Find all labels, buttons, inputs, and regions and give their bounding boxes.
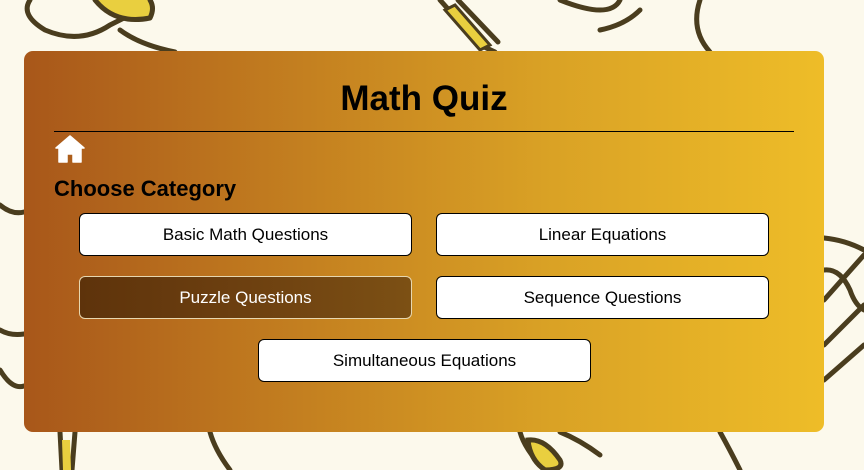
puzzle-questions-button[interactable]: Puzzle Questions	[79, 276, 412, 319]
title-divider	[54, 131, 794, 132]
basic-math-questions-button[interactable]: Basic Math Questions	[79, 213, 412, 256]
simultaneous-equations-button[interactable]: Simultaneous Equations	[258, 339, 591, 382]
linear-equations-button[interactable]: Linear Equations	[436, 213, 769, 256]
home-icon[interactable]	[54, 134, 86, 164]
quiz-card: Math Quiz Choose Category Basic Math Que…	[24, 51, 824, 432]
page-title: Math Quiz	[340, 79, 508, 118]
section-heading: Choose Category	[54, 176, 237, 201]
sequence-questions-button[interactable]: Sequence Questions	[436, 276, 769, 319]
